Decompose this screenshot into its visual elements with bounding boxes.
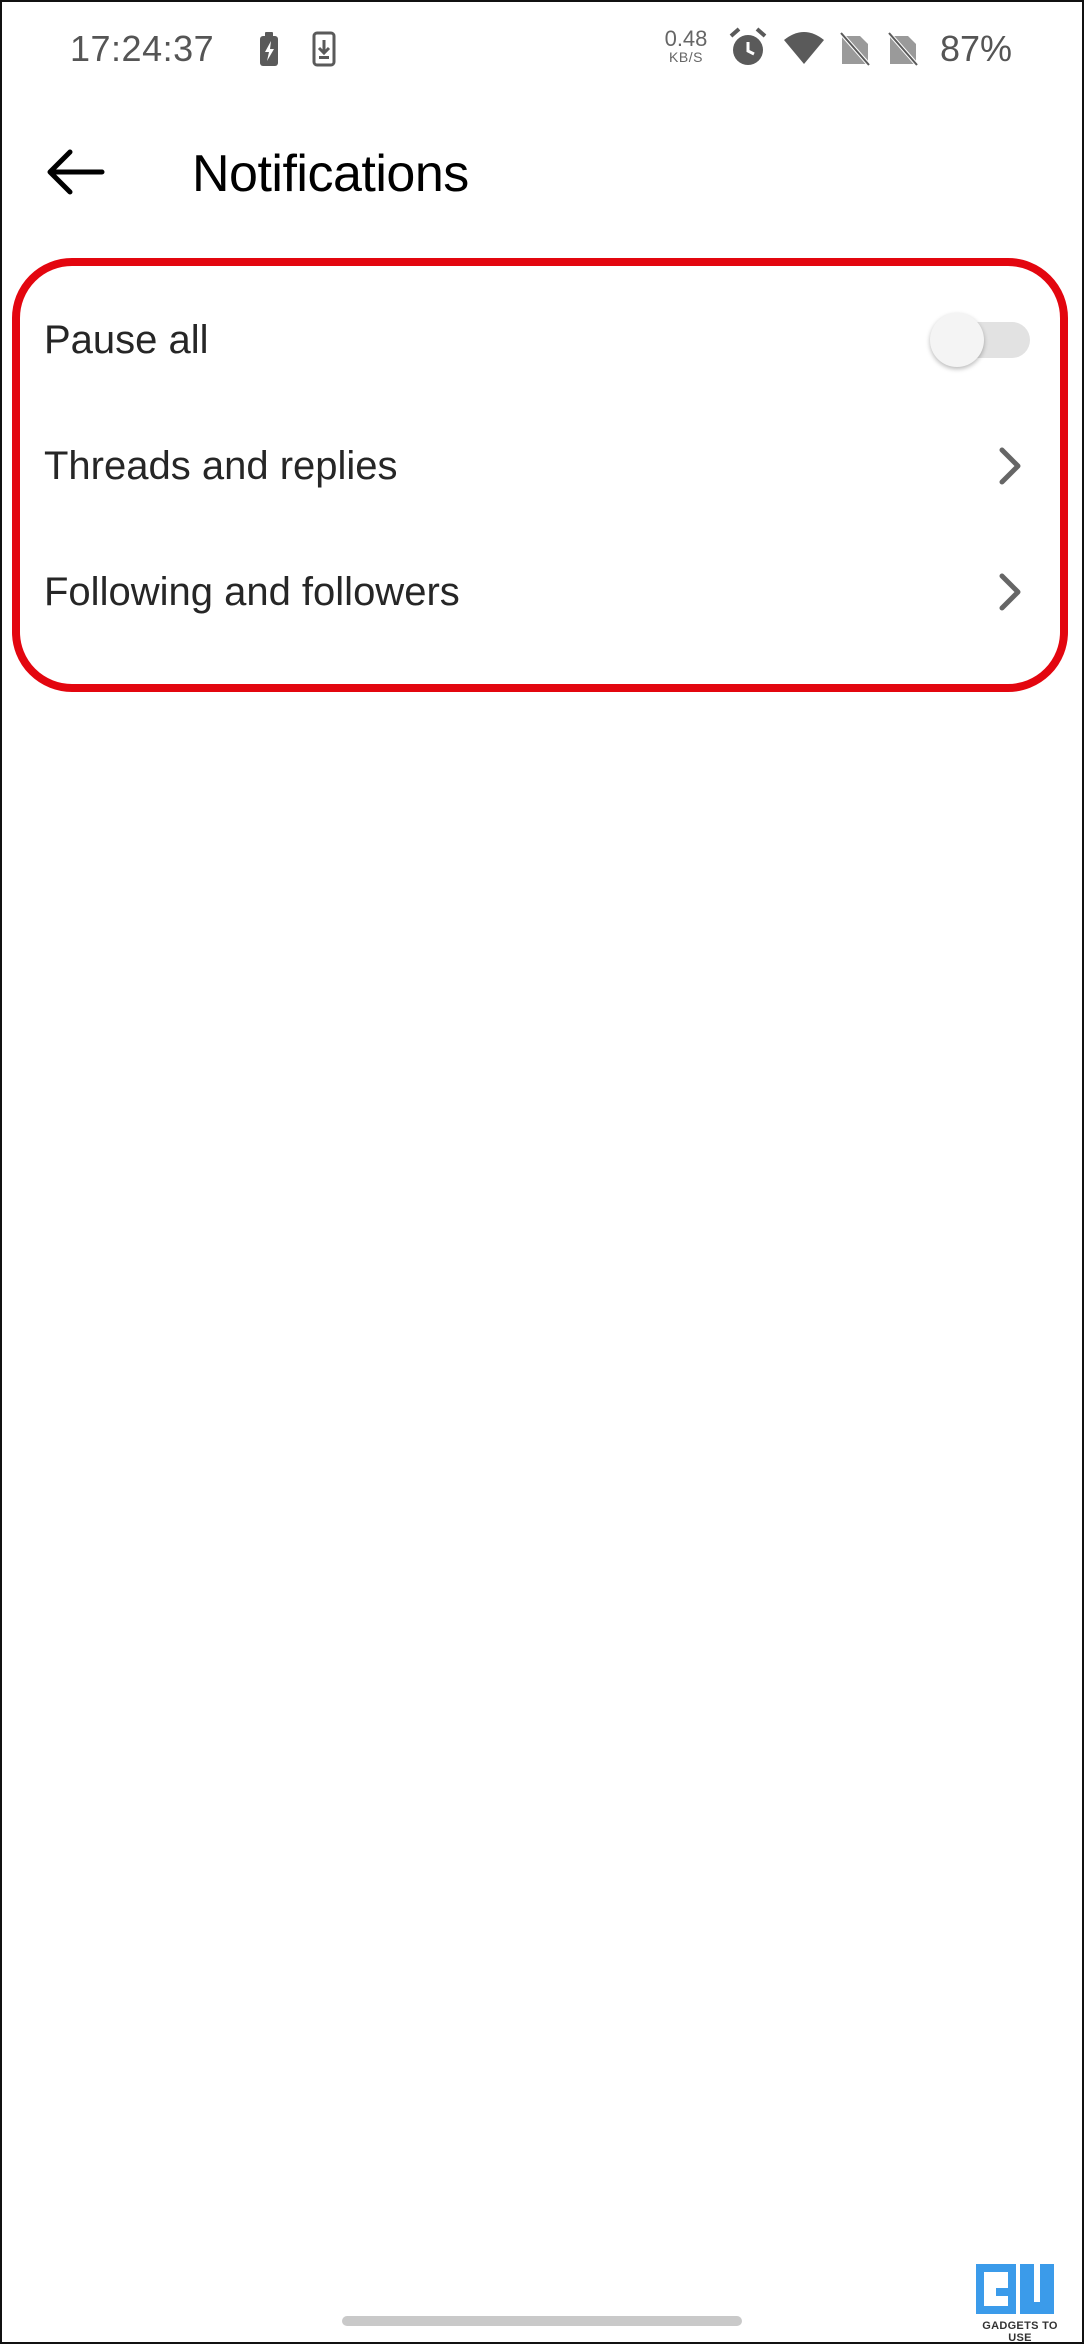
- back-button[interactable]: [40, 142, 110, 202]
- no-sim-icon-2: [886, 30, 920, 73]
- arrow-left-icon: [47, 149, 105, 195]
- pause-all-toggle[interactable]: [930, 313, 1030, 367]
- no-sim-icon: [838, 30, 872, 73]
- setting-label: Threads and replies: [44, 443, 398, 488]
- watermark-logo: GADGETS TO USE: [970, 2260, 1070, 2344]
- setting-row-following-and-followers[interactable]: Following and followers: [0, 530, 1084, 654]
- setting-row-threads-and-replies[interactable]: Threads and replies: [0, 404, 1084, 528]
- setting-row-pause-all[interactable]: Pause all: [0, 278, 1084, 402]
- network-speed-value: 0.48: [664, 26, 708, 51]
- setting-label: Following and followers: [44, 569, 460, 614]
- wifi-icon: [782, 30, 826, 71]
- status-time: 17:24:37: [70, 28, 215, 69]
- page-title: Notifications: [192, 145, 469, 203]
- status-bar: 17:24:37 0.48 KB/S 87%: [0, 0, 1084, 100]
- watermark-text: GADGETS TO USE: [982, 2320, 1058, 2344]
- toggle-thumb: [930, 313, 984, 367]
- network-speed: 0.48 KB/S: [660, 26, 712, 65]
- chevron-right-icon: [999, 573, 1021, 611]
- home-indicator[interactable]: [342, 2316, 742, 2326]
- gadgets-to-use-logo-icon: [976, 2264, 1054, 2314]
- network-speed-unit: KB/S: [669, 49, 703, 65]
- battery-percentage: 87%: [940, 28, 1013, 69]
- setting-label: Pause all: [44, 317, 209, 362]
- download-icon: [312, 30, 338, 73]
- battery-saver-icon: [258, 30, 282, 73]
- chevron-right-icon: [999, 447, 1021, 485]
- app-header: Notifications: [0, 120, 1084, 230]
- alarm-icon: [728, 26, 768, 75]
